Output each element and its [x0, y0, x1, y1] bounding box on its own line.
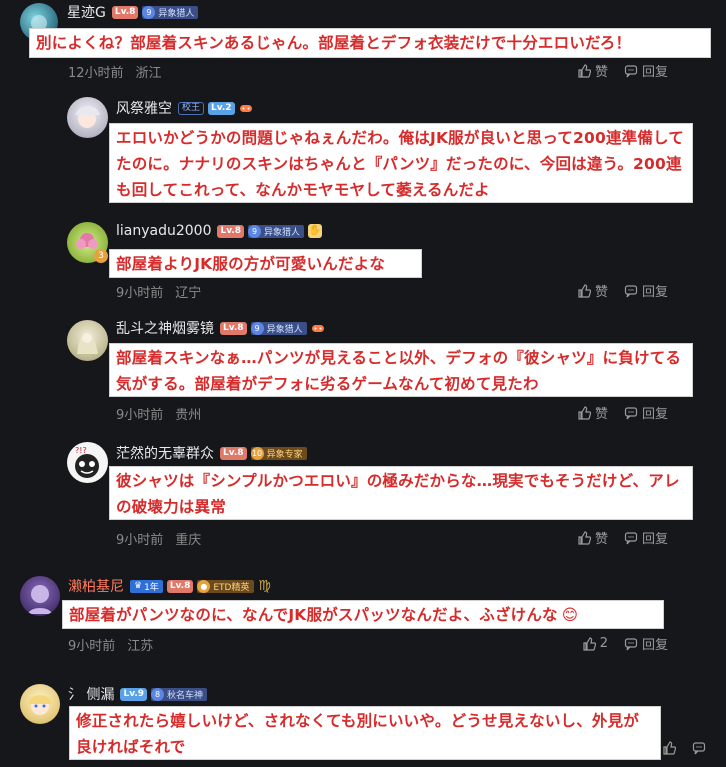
- reply-icon: [624, 406, 638, 419]
- level-badge: Lv.8: [217, 224, 245, 238]
- username[interactable]: 风祭雅空: [116, 98, 172, 118]
- comment-text: 別によくね？部屋着スキンあるじゃん。部屋着とデフォ衣装だけで十分エロいだろ！: [29, 28, 711, 58]
- level-badge: Lv.8: [111, 5, 139, 19]
- like-button[interactable]: 赞: [577, 528, 608, 547]
- medal-badge: ● ETD精英: [197, 579, 254, 593]
- comment-meta: 9小时前 贵州: [116, 404, 201, 423]
- level-badge: Lv.8: [220, 321, 247, 335]
- like-button[interactable]: 2: [582, 636, 608, 651]
- medal-badge: 9 异象猎人: [250, 321, 307, 335]
- reply-icon: [692, 742, 706, 755]
- gamepad-icon: [311, 321, 325, 335]
- thumbs-up-icon: [663, 741, 676, 755]
- reply-button[interactable]: 回复: [624, 403, 668, 422]
- timestamp: 12小时前: [68, 66, 124, 81]
- medal-gem-icon: 9: [142, 5, 156, 19]
- timestamp: 9小时前: [116, 533, 164, 548]
- medal-badge: 9 异象猎人: [142, 5, 199, 19]
- gesture-icon: ✋: [308, 224, 323, 238]
- zodiac-icon: ♍: [258, 578, 271, 594]
- medal-badge: 8 秋名车神: [151, 687, 208, 701]
- level-badge: Lv.8: [166, 579, 194, 593]
- comment-text: 修正されたら嬉しいけど、されなくても別にいいや。どうせ見えないし、外見が良ければ…: [69, 706, 661, 760]
- reply-button[interactable]: [692, 741, 706, 755]
- level-badge: Lv.9: [120, 687, 148, 701]
- medal-badge: 9 异象猎人: [248, 224, 305, 238]
- medal-gem-icon: ●: [197, 579, 211, 593]
- avatar-level-badge: 3: [94, 249, 108, 263]
- reply-button[interactable]: 回复: [624, 281, 668, 300]
- timestamp: 9小时前: [68, 639, 116, 654]
- comment-text: 彼シャツは『シンプルかつエロい』の極みだからな…現実でもそうだけど、アレの破壊力…: [109, 466, 693, 520]
- reply-icon: [624, 531, 638, 544]
- username[interactable]: lianyadu2000: [116, 223, 211, 239]
- avatar[interactable]: [67, 320, 108, 361]
- comment-meta: 9小时前 辽宁: [116, 282, 201, 301]
- like-button[interactable]: [662, 741, 676, 755]
- medal-badge: 10 异象专家: [250, 446, 307, 460]
- timestamp: 9小时前: [116, 408, 164, 423]
- crown-icon: ♛: [134, 581, 143, 591]
- username[interactable]: 氵 侧漏: [68, 684, 114, 704]
- reply-button[interactable]: 回复: [624, 61, 668, 80]
- username[interactable]: 茫然的无辜群众: [116, 443, 214, 463]
- thumbs-up-icon: [583, 636, 596, 651]
- username[interactable]: 星迹G: [67, 2, 106, 22]
- location: 重庆: [175, 533, 202, 548]
- comment-text: 部屋着よりJK服の方が可愛いんだよな: [109, 249, 422, 278]
- medal-gem-icon: 8: [151, 687, 165, 701]
- username[interactable]: 乱斗之神烟雾镜: [116, 318, 214, 338]
- reply-icon: [624, 64, 638, 77]
- svg-text:?!?: ?!?: [75, 446, 87, 455]
- comment-text: 部屋着がパンツなのに、なんでJK服がスパッツなんだよ、ふざけんな 😊: [62, 600, 664, 629]
- comment-meta: 12小时前 浙江: [68, 62, 162, 81]
- thumbs-up-icon: [578, 63, 591, 78]
- like-count: 2: [599, 636, 608, 651]
- smile-emoji: 😊: [561, 606, 579, 624]
- comment-meta: 9小时前 江苏: [68, 635, 153, 654]
- gamepad-icon: [239, 101, 253, 115]
- username[interactable]: 濑柏基尼: [68, 576, 124, 596]
- like-button[interactable]: 赞: [577, 281, 608, 300]
- timestamp: 9小时前: [116, 286, 164, 301]
- level-badge: Lv.2: [208, 101, 235, 115]
- reply-icon: [624, 284, 638, 297]
- medal-gem-icon: 9: [248, 224, 262, 238]
- reply-icon: [624, 637, 638, 650]
- avatar[interactable]: ?!?: [67, 442, 108, 483]
- level-badge: Lv.8: [220, 446, 247, 460]
- title-badge: 校王: [178, 101, 205, 115]
- thumbs-up-icon: [578, 283, 591, 298]
- thumbs-up-icon: [578, 405, 591, 420]
- avatar[interactable]: [20, 684, 60, 724]
- comment-meta: 9小时前 重庆: [116, 529, 201, 548]
- reply-button[interactable]: 回复: [624, 634, 668, 653]
- thumbs-up-icon: [578, 530, 591, 545]
- comment-text: 部屋着スキンなぁ…パンツが見えること以外、デフォの『彼シャツ』に負けてる気がする…: [109, 343, 693, 397]
- location: 贵州: [175, 408, 202, 423]
- reply-button[interactable]: 回复: [624, 528, 668, 547]
- year-badge: ♛ 1年: [130, 579, 163, 593]
- location: 浙江: [135, 66, 162, 81]
- medal-gem-icon: 9: [250, 321, 264, 335]
- avatar[interactable]: [20, 576, 60, 616]
- location: 辽宁: [175, 286, 202, 301]
- comment-text: エロいかどうかの問題じゃねぇんだわ。俺はJK服が良いと思って200連準備してたの…: [109, 123, 693, 203]
- medal-gem-icon: 10: [250, 446, 264, 460]
- location: 江苏: [127, 639, 154, 654]
- like-button[interactable]: 赞: [577, 61, 608, 80]
- like-button[interactable]: 赞: [577, 403, 608, 422]
- avatar[interactable]: [67, 97, 108, 138]
